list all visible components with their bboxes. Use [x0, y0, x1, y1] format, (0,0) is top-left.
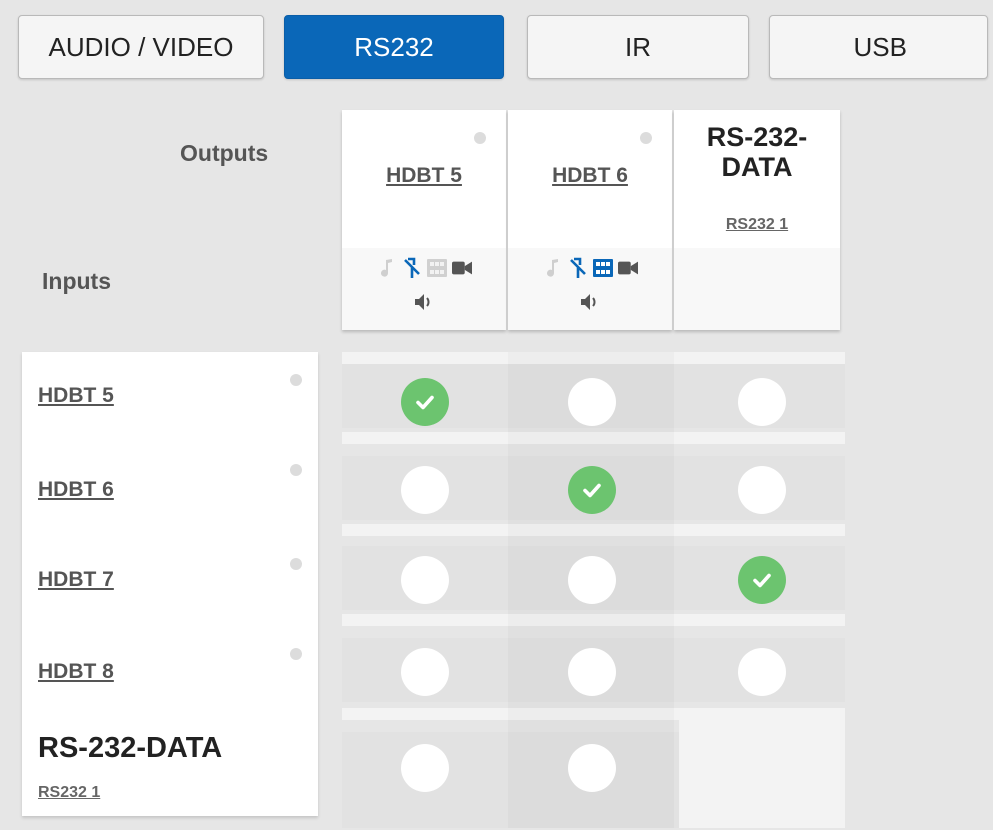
crosspoint-empty[interactable] — [568, 556, 616, 604]
output-title-line1: RS-232- — [706, 122, 808, 152]
crosspoint-connected[interactable] — [401, 378, 449, 426]
tab-label: IR — [625, 31, 651, 62]
video-camera-icon[interactable] — [451, 256, 472, 280]
status-indicator — [290, 558, 302, 570]
output-title: RS-232- DATA — [674, 122, 840, 182]
input-link-hdbt8[interactable]: HDBT 8 — [38, 660, 114, 684]
inputs-axis-label: Inputs — [42, 268, 111, 294]
crosspoint-empty[interactable] — [738, 378, 786, 426]
output-link-hdbt6[interactable]: HDBT 6 — [508, 164, 672, 188]
input-link-hdbt5[interactable]: HDBT 5 — [38, 384, 114, 408]
tab-label: AUDIO / VIDEO — [48, 31, 234, 62]
tab-rs232[interactable]: RS232 — [284, 15, 504, 79]
crosspoint-empty[interactable] — [401, 648, 449, 696]
split-arrow-icon[interactable] — [402, 256, 422, 280]
music-note-icon[interactable] — [377, 256, 397, 280]
crosspoint-connected[interactable] — [738, 556, 786, 604]
crosspoint-empty[interactable] — [568, 744, 616, 792]
tab-label: USB — [853, 31, 907, 62]
input-title-rs232-data: RS-232-DATA — [38, 732, 223, 764]
input-link-hdbt6[interactable]: HDBT 6 — [38, 478, 114, 502]
tab-audio-video[interactable]: AUDIO / VIDEO — [18, 15, 264, 79]
input-link-rs232-1[interactable]: RS232 1 — [38, 784, 100, 802]
split-arrow-icon[interactable] — [568, 256, 588, 280]
status-indicator — [290, 464, 302, 476]
crosspoint-empty[interactable] — [401, 744, 449, 792]
video-camera-icon[interactable] — [617, 256, 638, 280]
output-title-line2: DATA — [721, 152, 793, 182]
output-card-hdbt5: HDBT 5 — [342, 110, 506, 330]
output-icons — [508, 248, 672, 330]
output-card-hdbt6: HDBT 6 — [508, 110, 672, 330]
crosspoint-connected[interactable] — [568, 466, 616, 514]
output-link-hdbt5[interactable]: HDBT 5 — [342, 164, 506, 188]
tab-label: RS232 — [354, 31, 434, 62]
status-indicator — [474, 132, 486, 144]
crosspoint-empty[interactable] — [738, 648, 786, 696]
grid-pattern-icon[interactable] — [426, 256, 447, 280]
inputs-panel: HDBT 5 HDBT 6 HDBT 7 HDBT 8 RS-232-DATA … — [22, 352, 318, 816]
crosspoint-empty[interactable] — [738, 466, 786, 514]
tab-ir[interactable]: IR — [527, 15, 749, 79]
output-card-rs232-data: RS-232- DATA RS232 1 — [674, 110, 840, 330]
empty-cell — [679, 708, 845, 828]
routing-matrix — [342, 352, 845, 828]
crosspoint-empty[interactable] — [568, 648, 616, 696]
crosspoint-empty[interactable] — [401, 466, 449, 514]
crosspoint-empty[interactable] — [401, 556, 449, 604]
status-indicator — [290, 374, 302, 386]
grid-pattern-icon[interactable] — [592, 256, 613, 280]
status-indicator — [640, 132, 652, 144]
speaker-icon[interactable] — [414, 290, 434, 314]
output-icons — [342, 248, 506, 330]
input-link-hdbt7[interactable]: HDBT 7 — [38, 568, 114, 592]
crosspoint-empty[interactable] — [568, 378, 616, 426]
speaker-icon[interactable] — [580, 290, 600, 314]
tab-usb[interactable]: USB — [769, 15, 988, 79]
status-indicator — [290, 648, 302, 660]
outputs-axis-label: Outputs — [180, 140, 269, 166]
output-link-rs232-1[interactable]: RS232 1 — [674, 216, 840, 234]
music-note-icon[interactable] — [543, 256, 563, 280]
